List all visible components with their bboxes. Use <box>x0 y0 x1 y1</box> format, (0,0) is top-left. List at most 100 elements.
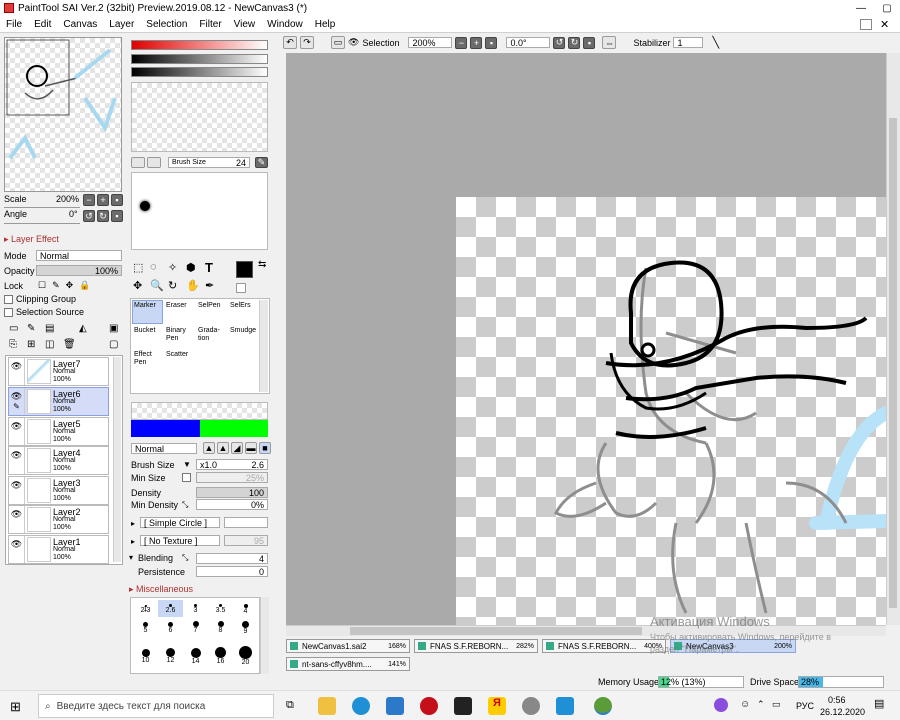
toolbar-rotate-right-button[interactable]: ↻ <box>568 36 581 49</box>
maximize-button[interactable]: ▢ <box>874 0 900 16</box>
selection-eye-icon[interactable]: 👁 <box>348 37 359 48</box>
delete-layer-icon[interactable]: 🗑 <box>63 339 76 350</box>
opacity-slider[interactable]: 100% <box>36 265 122 276</box>
store-icon[interactable] <box>454 697 472 715</box>
tool-eraser[interactable]: Eraser <box>164 300 195 324</box>
toolbar-rotate-reset-button[interactable]: ▪ <box>583 36 596 49</box>
vertical-scroll-thumb[interactable] <box>889 118 897 608</box>
edge-icon[interactable] <box>352 697 370 715</box>
blend-mode-select[interactable]: Normal <box>131 443 197 454</box>
toolbar-rotate-left-button[interactable]: ↺ <box>553 36 566 49</box>
visibility-eye-icon[interactable]: 👁 <box>9 447 25 474</box>
clipping-group-checkbox[interactable]: Clipping Group <box>4 294 76 304</box>
task-view-icon[interactable]: ⧉ <box>286 699 294 712</box>
dot-grid-scrollbar[interactable] <box>260 597 269 674</box>
canvas-tab[interactable]: FNAS S.F.REBORN... 400% <box>542 639 666 653</box>
tray-chevron-icon[interactable]: ⌃ <box>757 699 765 710</box>
brush-shape-strength[interactable] <box>224 517 268 528</box>
lock-brush-icon[interactable]: ✎ <box>52 280 60 291</box>
menu-filter[interactable]: Filter <box>193 19 227 30</box>
tray-people-icon[interactable]: ☺ <box>740 699 750 710</box>
tool-marker[interactable]: Marker <box>132 300 163 324</box>
tool-gradation[interactable]: Grada-tion <box>196 325 227 349</box>
tray-time[interactable]: 0:56 <box>828 695 846 705</box>
angle-select[interactable]: 0.0° <box>506 37 551 48</box>
transparent-color-icon[interactable] <box>236 283 246 293</box>
new-folder-icon[interactable]: ▤ <box>45 323 54 334</box>
tool-smudge[interactable]: Smudge <box>228 325 259 349</box>
menu-view[interactable]: View <box>228 19 262 30</box>
dot-size-5[interactable]: 5 <box>133 619 158 636</box>
dot-size-4[interactable]: 4 <box>233 600 258 617</box>
rotate-icon[interactable]: ↻ <box>168 279 177 292</box>
visibility-eye-icon[interactable]: 👁 <box>9 418 25 445</box>
min-density-slider[interactable]: 0% <box>196 499 268 510</box>
visibility-eye-icon[interactable]: 👁 <box>9 506 25 533</box>
zoom-icon[interactable]: 🔍 <box>150 279 164 292</box>
layer-row[interactable]: 👁 Layer4 Normal 100% <box>8 446 109 475</box>
hand-icon[interactable]: ✋ <box>186 279 200 292</box>
shape-expand-icon[interactable]: ▸ <box>131 519 135 528</box>
layer-mask-toggle-icon[interactable]: ▢ <box>109 339 118 350</box>
min-size-checkbox[interactable] <box>182 473 191 482</box>
layer-row-selected[interactable]: 👁 ✎ Layer6 Normal 100% <box>8 387 109 416</box>
blending-slider[interactable]: 4 <box>196 553 268 564</box>
tool-bucket[interactable]: Bucket <box>132 325 163 349</box>
shape-icon[interactable]: ⬢ <box>186 261 196 274</box>
toolbar-zoom-fit-button[interactable]: ▪ <box>485 36 498 49</box>
value-slider[interactable] <box>131 54 268 64</box>
tool-scatter[interactable]: Scatter <box>164 349 195 373</box>
swap-colors-icon[interactable]: ⇆ <box>258 259 266 270</box>
menu-selection[interactable]: Selection <box>140 19 193 30</box>
canvas-tab[interactable]: nt-sans-cffyv8hm.... 141% <box>286 657 410 671</box>
tool-palette-scrollbar[interactable] <box>259 300 268 392</box>
flip-icon[interactable]: ⇔ <box>602 36 617 49</box>
density-slider[interactable]: 100 <box>196 487 268 498</box>
misc-header[interactable]: ▸ Miscellaneous <box>129 584 193 595</box>
alice-icon[interactable] <box>714 698 728 712</box>
copy-layer-icon[interactable]: ⎘ <box>9 339 17 350</box>
text-tool-icon[interactable]: T <box>205 260 213 275</box>
mode-select[interactable]: Normal <box>36 250 122 261</box>
zoom-out-button[interactable]: − <box>83 194 95 206</box>
alpha-slider[interactable] <box>131 67 268 77</box>
dot-size-2-3[interactable]: 2.3 <box>133 600 158 617</box>
taskbar-search[interactable]: ⌕ Введите здесь текст для поиска <box>38 694 274 718</box>
zoom-select[interactable]: 200% <box>408 37 453 48</box>
opera-icon[interactable] <box>420 697 438 715</box>
tray-network-icon[interactable]: ▭ <box>772 699 781 710</box>
toolbar-zoom-out-button[interactable]: − <box>455 36 468 49</box>
minimize-button[interactable]: — <box>848 0 874 16</box>
color-swatches[interactable] <box>131 82 268 152</box>
stroke-correction-icon[interactable]: ╲ <box>712 36 719 49</box>
clear-layer-icon[interactable]: ◫ <box>45 339 54 350</box>
dot-size-9[interactable]: 9 <box>233 619 258 636</box>
persistence-slider[interactable]: 0 <box>196 566 268 577</box>
lock-move-icon[interactable]: ✥ <box>66 280 74 291</box>
size-dropdown-icon[interactable]: ▼ <box>183 460 191 469</box>
close-icon[interactable]: ✕ <box>880 18 889 31</box>
menu-edit[interactable]: Edit <box>28 19 57 30</box>
dot-size-16[interactable]: 16 <box>208 645 233 673</box>
primary-color-swatch[interactable] <box>236 261 253 278</box>
lock-pixels-icon[interactable]: ☐ <box>38 280 46 291</box>
dot-size-3-5[interactable]: 3.5 <box>208 600 233 617</box>
vertical-scrollbar[interactable] <box>886 53 900 625</box>
rect-select-icon[interactable]: ⬚ <box>133 261 143 274</box>
visibility-eye-icon[interactable]: 👁 <box>9 477 25 504</box>
canvas-viewport[interactable] <box>286 53 886 625</box>
visibility-eye-icon[interactable]: 👁 <box>9 536 25 563</box>
horizontal-scroll-thumb[interactable] <box>350 627 642 635</box>
rotate-right-button[interactable]: ↻ <box>97 210 109 222</box>
texture-strength[interactable]: 95 <box>224 535 268 546</box>
layer-row[interactable]: 👁 Layer2 Normal 100% <box>8 505 109 534</box>
browser-icon[interactable] <box>556 697 574 715</box>
tray-date[interactable]: 26.12.2020 <box>820 707 865 717</box>
lock-padlock-icon[interactable]: 🔒 <box>79 280 90 291</box>
shape-flat-icon[interactable]: ▬ <box>245 442 257 454</box>
brush-size-slider[interactable]: x1.0 2.6 <box>196 459 268 470</box>
pen-option-button[interactable]: ✎ <box>255 157 268 168</box>
dot-size-14[interactable]: 14 <box>183 645 208 673</box>
lasso-icon[interactable]: ◌ <box>150 261 157 273</box>
menu-layer[interactable]: Layer <box>103 19 140 30</box>
